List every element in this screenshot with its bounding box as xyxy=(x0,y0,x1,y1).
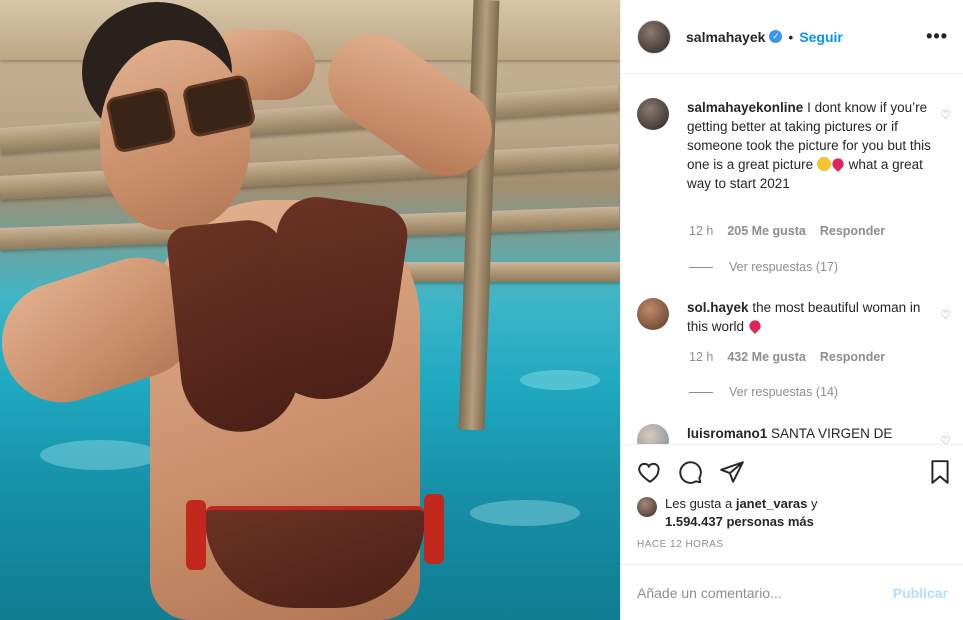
follow-button[interactable]: Seguir xyxy=(799,29,843,45)
comment-time: 12 h xyxy=(689,350,714,364)
comments-list[interactable]: salmahayekonline I dont know if you’re g… xyxy=(621,74,963,444)
publish-button[interactable]: Publicar xyxy=(893,585,948,601)
author-avatar[interactable] xyxy=(637,19,671,54)
red-heart-emoji-icon xyxy=(829,156,846,172)
comment-time: 12 h xyxy=(689,224,714,238)
verified-icon: ✓ xyxy=(769,30,783,43)
bookmark-icon[interactable] xyxy=(927,459,953,485)
comment-username[interactable]: sol.hayek xyxy=(687,300,749,315)
separator-dot: • xyxy=(788,28,794,45)
post-photo[interactable] xyxy=(0,0,620,620)
likes-text: Les gusta a janet_varas y 1.594.437 pers… xyxy=(665,495,818,531)
post-sidebar: salmahayek ✓ • Seguir ••• salmahayekonli… xyxy=(620,0,963,620)
view-replies-label[interactable]: Ver respuestas (14) xyxy=(729,385,838,399)
smiling-face-emoji-icon xyxy=(816,157,831,171)
replies-divider xyxy=(689,266,713,268)
share-icon[interactable] xyxy=(719,459,745,485)
water-glint xyxy=(40,440,160,470)
comment-like-heart-icon[interactable]: ♡ xyxy=(940,308,951,322)
water-glint xyxy=(520,370,600,390)
comment-icon[interactable] xyxy=(677,459,703,485)
likes-conj: y xyxy=(811,496,818,511)
bikini-tie-left xyxy=(186,500,206,570)
liker-username[interactable]: janet_varas xyxy=(736,496,808,511)
post-timestamp[interactable]: HACE 12 HORAS xyxy=(637,539,724,550)
comment-like-heart-icon[interactable]: ♡ xyxy=(940,434,951,444)
more-options-icon[interactable]: ••• xyxy=(926,26,948,47)
commenter-avatar[interactable] xyxy=(637,424,669,444)
add-comment-bar: Añade un comentario... Publicar xyxy=(621,564,963,620)
comment-item: luisromano1 SANTA VIRGEN DE ♡ xyxy=(637,424,955,444)
comment-likes[interactable]: 205 Me gusta xyxy=(727,224,806,238)
comment-username[interactable]: salmahayekonline xyxy=(687,100,803,115)
view-replies-label[interactable]: Ver respuestas (17) xyxy=(729,260,838,274)
comment-item: salmahayekonline I dont know if you’re g… xyxy=(637,98,955,193)
action-icons xyxy=(637,459,955,487)
comment-username[interactable]: luisromano1 xyxy=(687,426,767,441)
comment-meta: 12 h 432 Me gusta Responder xyxy=(689,350,885,364)
commenter-avatar[interactable] xyxy=(637,98,669,130)
post-actions: Les gusta a janet_varas y 1.594.437 pers… xyxy=(621,444,963,564)
likes-summary: Les gusta a janet_varas y 1.594.437 pers… xyxy=(637,495,818,531)
comment-body: salmahayekonline I dont know if you’re g… xyxy=(687,98,932,193)
rail-plank xyxy=(0,143,620,200)
reply-button[interactable]: Responder xyxy=(820,350,885,364)
comment-likes[interactable]: 432 Me gusta xyxy=(727,350,806,364)
comment-body: sol.hayek the most beautiful woman in th… xyxy=(687,298,932,336)
view-replies[interactable]: Ver respuestas (17) xyxy=(689,260,838,274)
heart-icon[interactable] xyxy=(637,459,663,485)
red-heart-emoji-icon xyxy=(746,318,763,334)
liker-avatar[interactable] xyxy=(637,497,657,517)
post-header: salmahayek ✓ • Seguir ••• xyxy=(621,0,963,74)
bikini-tie-right xyxy=(424,494,444,564)
comment-item: sol.hayek the most beautiful woman in th… xyxy=(637,298,955,336)
comment-like-heart-icon[interactable]: ♡ xyxy=(940,108,951,122)
author-username[interactable]: salmahayek xyxy=(686,29,765,45)
likes-prefix: Les gusta a xyxy=(665,496,733,511)
comment-meta: 12 h 205 Me gusta Responder xyxy=(689,224,885,238)
comment-input[interactable]: Añade un comentario... xyxy=(637,585,782,601)
comment-body: luisromano1 SANTA VIRGEN DE xyxy=(687,424,932,444)
instagram-post-view: salmahayek ✓ • Seguir ••• salmahayekonli… xyxy=(0,0,963,620)
comment-text: SANTA VIRGEN DE xyxy=(771,426,893,441)
reply-button[interactable]: Responder xyxy=(820,224,885,238)
water-glint xyxy=(470,500,580,526)
commenter-avatar[interactable] xyxy=(637,298,669,330)
view-replies[interactable]: Ver respuestas (14) xyxy=(689,385,838,399)
replies-divider xyxy=(689,391,713,393)
likes-count[interactable]: 1.594.437 personas más xyxy=(665,514,814,529)
